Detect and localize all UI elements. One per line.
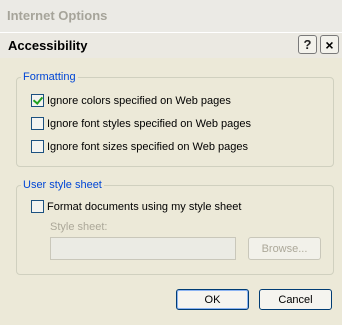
help-icon: ? <box>303 37 312 52</box>
style-sheet-label: Style sheet: <box>50 221 108 233</box>
style-sheet-field[interactable] <box>50 237 236 260</box>
parent-window-title: Internet Options <box>7 8 108 23</box>
accessibility-dialog: Accessibility ? × Formatting Ignore colo… <box>0 32 342 325</box>
formatting-legend: Formatting <box>23 71 76 83</box>
user-style-sheet-legend: User style sheet <box>23 179 102 191</box>
ok-button[interactable]: OK <box>176 289 249 310</box>
browse-button[interactable]: Browse... <box>248 237 321 260</box>
ignore-font-styles-label: Ignore font styles specified on Web page… <box>47 117 252 130</box>
ignore-font-sizes-option[interactable]: Ignore font sizes specified on Web pages <box>31 140 248 153</box>
ignore-colors-option[interactable]: Ignore colors specified on Web pages <box>31 94 231 107</box>
close-icon: × <box>325 36 334 53</box>
ignore-colors-label: Ignore colors specified on Web pages <box>47 94 231 107</box>
dialog-titlebar[interactable]: Accessibility ? × <box>0 33 342 58</box>
format-documents-checkbox[interactable] <box>31 200 44 213</box>
dialog-title: Accessibility <box>8 38 88 53</box>
ignore-font-styles-checkbox[interactable] <box>31 117 44 130</box>
close-button[interactable]: × <box>320 35 339 54</box>
ignore-font-sizes-label: Ignore font sizes specified on Web pages <box>47 140 248 153</box>
format-documents-label: Format documents using my style sheet <box>47 200 242 213</box>
format-documents-option[interactable]: Format documents using my style sheet <box>31 200 241 213</box>
cancel-button[interactable]: Cancel <box>259 289 332 310</box>
ignore-font-styles-option[interactable]: Ignore font styles specified on Web page… <box>31 117 251 130</box>
ignore-colors-checkbox[interactable] <box>31 94 44 107</box>
parent-window-titlebar: Internet Options <box>0 0 342 33</box>
ignore-font-sizes-checkbox[interactable] <box>31 140 44 153</box>
help-button[interactable]: ? <box>298 35 317 54</box>
